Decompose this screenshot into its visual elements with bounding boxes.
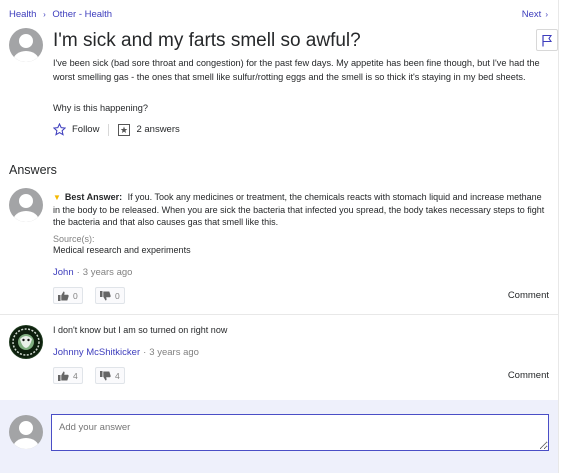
breadcrumb-item-health[interactable]: Health	[9, 9, 36, 20]
answer-time: 3 years ago	[82, 267, 133, 278]
answer-compose	[0, 400, 558, 473]
answer-body: If you. Took any medicines or treatment,…	[53, 192, 545, 228]
thumbs-down-icon	[100, 290, 111, 300]
current-user-avatar	[9, 415, 43, 449]
chevron-right-icon: ›	[43, 10, 46, 19]
breadcrumb-item-other-health[interactable]: Other - Health	[52, 9, 112, 20]
best-answer-label: Best Answer:	[64, 192, 123, 202]
downvote-button[interactable]: 4	[95, 367, 125, 384]
asker-avatar[interactable]	[9, 28, 43, 62]
follow-button[interactable]: Follow	[53, 123, 99, 136]
answer-author-link[interactable]: John	[53, 267, 74, 278]
action-divider	[108, 123, 110, 136]
upvote-button[interactable]: 4	[53, 367, 83, 384]
answer-input[interactable]	[51, 414, 549, 451]
comment-button[interactable]: Comment	[508, 370, 549, 381]
answers-heading: Answers	[9, 163, 57, 177]
upvote-button[interactable]: 0	[53, 287, 83, 304]
thumbs-up-icon	[58, 291, 69, 301]
thumbs-down-icon	[100, 370, 111, 380]
answer-divider	[0, 314, 558, 315]
downvote-count: 0	[115, 290, 120, 301]
chevron-right-icon: ›	[545, 10, 548, 19]
flag-button[interactable]	[536, 29, 558, 51]
best-answer-text: ▼ Best Answer: If you. Took any medicines…	[53, 191, 548, 229]
upvote-count: 4	[73, 370, 78, 381]
scrollbar[interactable]	[558, 0, 565, 473]
question-why: Why is this happening?	[53, 103, 148, 113]
answer-body: I don't know but I am so turned on right…	[53, 325, 228, 335]
question-body: I've been sick (bad sore throat and cong…	[53, 58, 540, 82]
answer-meta: John · 3 years ago	[53, 267, 133, 278]
answer-avatar[interactable]	[9, 325, 43, 359]
question-actions: Follow 2 answers	[53, 123, 180, 136]
thumbs-up-icon	[58, 371, 69, 381]
follow-label: Follow	[72, 124, 100, 135]
answer-meta: Johnny McShitkicker · 3 years ago	[53, 347, 199, 358]
upvote-count: 0	[73, 290, 78, 301]
answers-count[interactable]: 2 answers	[118, 123, 180, 136]
answers-icon	[118, 123, 131, 136]
next-link[interactable]: Next ›	[522, 9, 548, 20]
flag-icon	[542, 34, 553, 46]
answer-time: 3 years ago	[149, 347, 199, 358]
breadcrumb: Health › Other - Health	[9, 9, 112, 20]
comment-button[interactable]: Comment	[508, 290, 549, 301]
star-icon	[53, 123, 66, 136]
question-title: I'm sick and my farts smell so awful?	[53, 30, 361, 51]
trophy-icon: ▼	[53, 193, 61, 202]
answer-avatar[interactable]	[9, 188, 43, 222]
downvote-button[interactable]: 0	[95, 287, 125, 304]
source-text: Medical research and experiments	[53, 245, 191, 255]
answers-count-label: 2 answers	[136, 124, 180, 135]
downvote-count: 4	[115, 370, 120, 381]
source-label: Source(s):	[53, 234, 95, 244]
user-photo-icon	[10, 326, 42, 358]
answer-author-link[interactable]: Johnny McShitkicker	[53, 347, 140, 358]
next-label: Next	[521, 9, 542, 20]
